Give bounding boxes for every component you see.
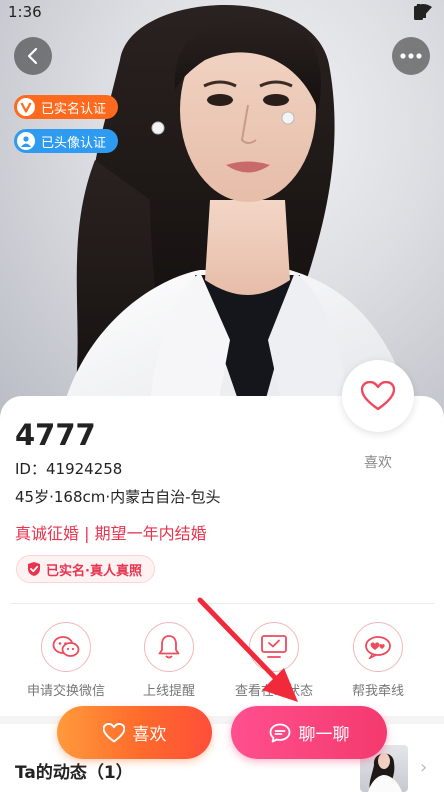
heart-outline-icon (361, 381, 395, 411)
portrait-illustration (60, 5, 415, 420)
like-side-label: 喜欢 (364, 455, 392, 471)
divider (10, 603, 434, 604)
status-time: 1:36 (8, 3, 42, 21)
like-side-button[interactable] (342, 360, 414, 432)
heart-outline-icon (102, 722, 125, 742)
action-view-online-status-circle (249, 622, 299, 672)
profile-info: 45岁·168cm·内蒙古自治-包头 (15, 488, 221, 506)
more-button[interactable] (392, 37, 430, 75)
avatar-verified-badge: 已头像认证 (14, 129, 119, 153)
action-exchange-wechat-label: 申请交换微信 (26, 684, 105, 699)
profile-intent: 真诚征婚 | 期望一年内结婚 (15, 524, 207, 543)
real-name-badge-label: 已实名认证 (41, 101, 107, 117)
user-icon (17, 132, 35, 150)
profile-id: ID：41924258 (15, 458, 122, 479)
back-button[interactable] (14, 37, 52, 75)
action-exchange-wechat-circle (41, 622, 91, 672)
like-button-label: 喜欢 (132, 725, 167, 745)
wechat-icon (52, 636, 80, 657)
status-bar: 1:36 (0, 0, 444, 26)
action-online-reminder[interactable]: 上线提醒 (116, 622, 222, 699)
profile-photo[interactable]: 1:36 (0, 0, 444, 420)
real-name-badge: 已实名认证 (14, 95, 119, 119)
battery-icon (414, 4, 423, 20)
like-button[interactable]: 喜欢 (57, 706, 212, 759)
verify-chip-label: 已实名·真人真照 (46, 563, 142, 579)
moments-title[interactable]: Ta的动态（1） (15, 758, 133, 783)
action-row: 申请交换微信 上线提醒 查看在线状态 帮我牵线 (0, 622, 444, 702)
more-dots-icon (400, 53, 422, 59)
chevron-right-icon[interactable]: › (420, 757, 427, 778)
monitor-check-icon (261, 635, 287, 658)
avatar-verified-badge-label: 已头像认证 (41, 135, 107, 151)
verify-chip: 已实名·真人真照 (16, 555, 155, 583)
chat-button-label: 聊一聊 (298, 725, 350, 745)
action-exchange-wechat[interactable]: 申请交换微信 (13, 622, 119, 699)
bell-icon (158, 635, 180, 659)
chat-bubble-icon (269, 723, 290, 742)
v-verified-icon (17, 98, 35, 116)
shield-check-icon (28, 562, 40, 576)
action-view-online-status[interactable]: 查看在线状态 (221, 622, 327, 699)
action-matchmaking-circle (353, 622, 403, 672)
action-matchmaking[interactable]: 帮我牵线 (325, 622, 431, 699)
chat-button[interactable]: 聊一聊 (231, 706, 387, 759)
action-view-online-status-label: 查看在线状态 (234, 684, 313, 699)
action-matchmaking-label: 帮我牵线 (351, 684, 404, 699)
profile-id-label: ID： (15, 460, 46, 478)
profile-name: 4777 (15, 418, 96, 452)
action-online-reminder-circle (144, 622, 194, 672)
chevron-left-icon (27, 47, 38, 65)
action-online-reminder-label: 上线提醒 (142, 684, 195, 699)
hearts-icon (365, 636, 391, 659)
profile-id-value: 41924258 (45, 460, 123, 478)
